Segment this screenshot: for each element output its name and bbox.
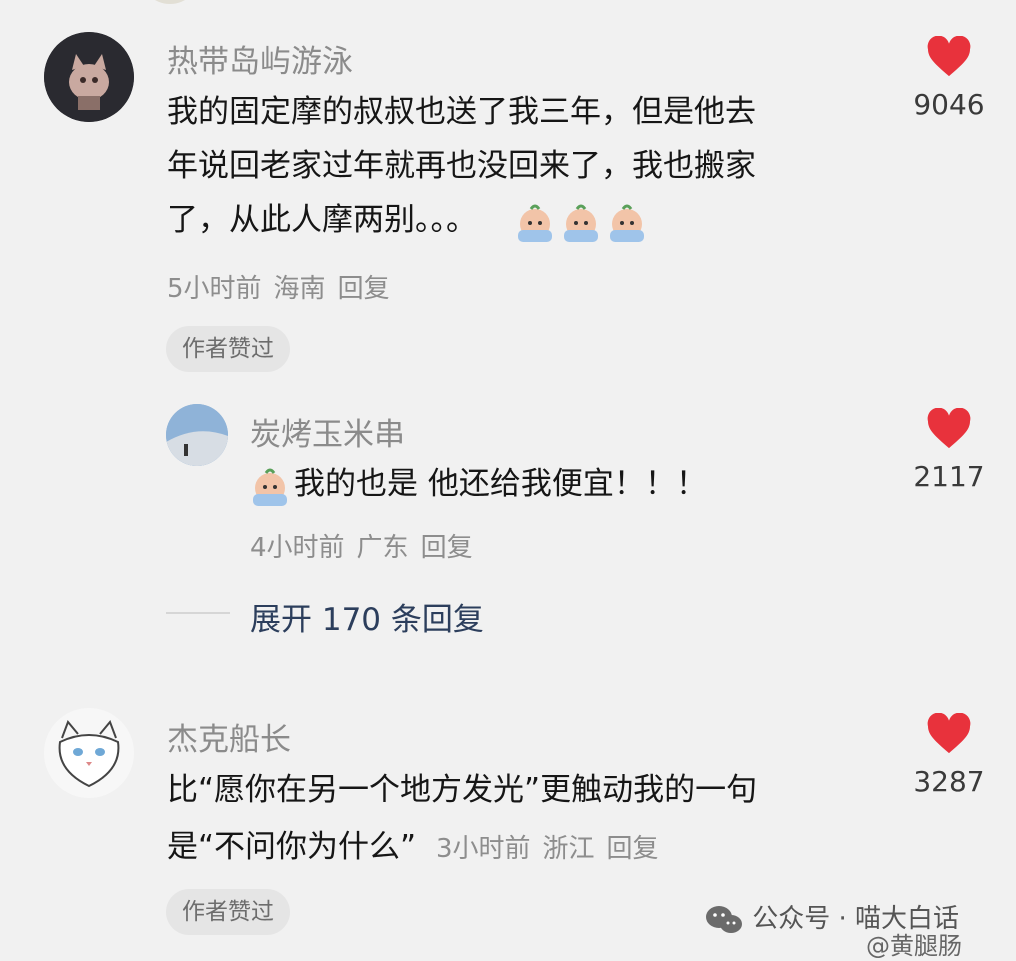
comment-username[interactable]: 热带岛屿游泳 <box>167 36 353 81</box>
like-count: 2117 <box>913 460 985 493</box>
avatar[interactable] <box>44 32 134 122</box>
partial-avatar-top <box>140 0 200 4</box>
avatar[interactable] <box>166 404 228 466</box>
reply-button[interactable]: 回复 <box>607 834 659 864</box>
reply-text-line-with-emoji: 我的也是 他还给我便宜！！！ <box>248 457 707 511</box>
comment-location: 浙江 <box>542 834 595 864</box>
avatar-cat-drawing <box>44 708 134 798</box>
heart-icon[interactable] <box>926 712 972 755</box>
like-group: 3287 <box>894 712 1004 798</box>
expand-replies-button[interactable]: 展开 170 条回复 <box>250 594 484 639</box>
like-group: 9046 <box>894 35 1004 121</box>
comment-text-and-meta: 是“不问你为什么” 3小时前 浙江 回复 <box>167 820 671 876</box>
comment-meta: 5小时前 海南 回复 <box>167 268 402 305</box>
comment-meta: 3小时前 浙江 回复 <box>436 834 671 864</box>
crying-emoji-icon <box>517 204 552 242</box>
heart-icon[interactable] <box>926 35 972 78</box>
heart-icon[interactable] <box>926 407 972 450</box>
reply-button[interactable]: 回复 <box>421 533 473 563</box>
reply-meta: 4小时前 广东 回复 <box>250 527 485 564</box>
comment-time: 5小时前 <box>167 274 262 304</box>
comment-text-line: 是“不问你为什么” <box>167 829 417 865</box>
wechat-icon <box>706 905 742 933</box>
comment-text-line: 了，从此人摩两别。。。 <box>167 202 477 238</box>
comment-time: 3小时前 <box>435 834 531 864</box>
avatar-sky-image <box>166 404 228 466</box>
crying-emoji-icon <box>253 468 287 506</box>
reply-location: 广东 <box>356 533 409 563</box>
comment-text-line: 我的固定摩的叔叔也送了我三年，但是他去 <box>167 94 756 130</box>
avatar[interactable] <box>44 708 134 798</box>
like-count: 9046 <box>913 88 985 121</box>
avatar-cat-image <box>44 32 134 122</box>
reply-button[interactable]: 回复 <box>338 274 390 304</box>
weibo-watermark-text: @黄腿肠 <box>866 932 962 960</box>
like-group: 2117 <box>894 407 1004 493</box>
author-liked-badge: 作者赞过 <box>166 326 290 372</box>
crying-emoji-icon <box>609 204 644 242</box>
weibo-watermark: @黄腿肠 <box>866 926 962 961</box>
comment-text-line: 年说回老家过年就再也没回来了，我也搬家 <box>167 148 756 184</box>
reply-time: 4小时前 <box>250 533 345 563</box>
comment-text-line: 比“愿你在另一个地方发光”更触动我的一句 <box>167 772 758 808</box>
comment-text-line-with-emoji: 了，从此人摩两别。。。 <box>167 193 651 247</box>
reply-username[interactable]: 炭烤玉米串 <box>250 409 405 454</box>
reply-text: 我的也是 他还给我便宜！！！ <box>294 466 707 502</box>
crying-emoji-icon <box>563 204 598 242</box>
comment-location: 海南 <box>273 274 326 304</box>
like-count: 3287 <box>913 765 985 798</box>
comment-username[interactable]: 杰克船长 <box>167 714 291 759</box>
expand-divider-line <box>166 612 230 614</box>
author-liked-badge: 作者赞过 <box>166 889 290 935</box>
